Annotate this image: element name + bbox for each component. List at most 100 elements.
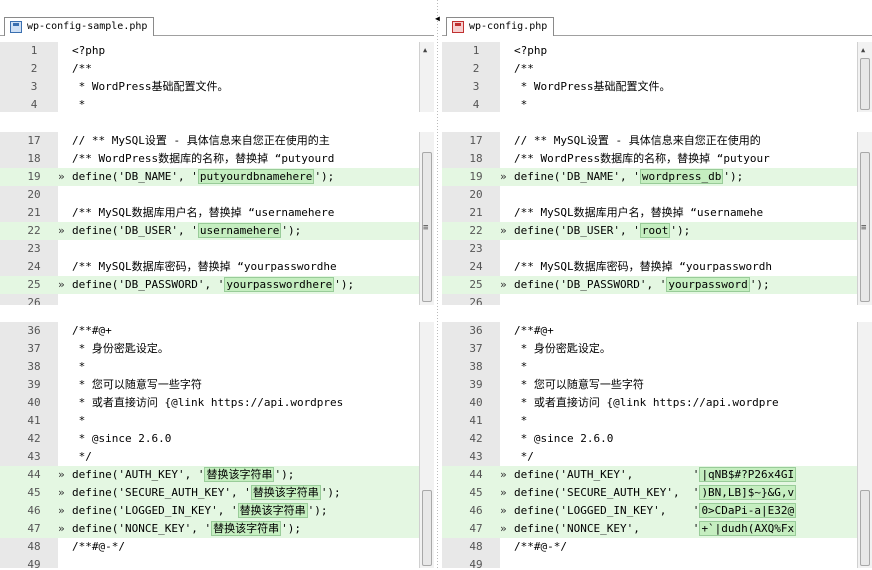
code-line[interactable]: 26 [0,294,434,305]
code-line[interactable]: 26 [442,294,872,305]
code-line[interactable]: 1 <?php [442,42,872,60]
code-line[interactable]: 2 /** [0,60,434,78]
diff-marker-icon [58,358,72,376]
left-scrollbar-1[interactable]: ▲ [419,42,434,112]
line-number: 38 [0,358,58,376]
code-line[interactable]: 24 /** MySQL数据库密码，替换掉 “yourpasswordhe [0,258,434,276]
changed-value: root [639,223,671,238]
code-line[interactable]: 2 /** [442,60,872,78]
code-line[interactable]: 23 [0,240,434,258]
diff-marker-icon [58,60,72,78]
code-line[interactable]: 4 * [0,96,434,112]
code-line[interactable]: 25» define('DB_PASSWORD', ' yourpassword ')… [442,276,872,294]
code-line[interactable]: 36 /**#@+ [442,322,872,340]
right-code-block-3[interactable]: 36/**#@+ 37 * 身份密匙设定。 38 * 39 * 您可以随意写一些字符 4… [442,322,872,568]
scroll-up-arrow-icon[interactable]: ▲ [423,46,427,54]
code-line[interactable]: 44» define('AUTH_KEY', ' 替换该字符串 '); [0,466,434,484]
code-line[interactable]: 48 /**#@-*/ [0,538,434,556]
right-scrollbar-3[interactable] [857,322,872,568]
code-line[interactable]: 42 * @since 2.6.0 [0,430,434,448]
code-line[interactable]: 49 [0,556,434,568]
left-scroll-thumb-2[interactable]: ≡ [422,152,432,302]
pane-splitter[interactable]: ◀ [434,0,442,570]
right-scrollbar-2[interactable]: ≡ [857,132,872,305]
code-line[interactable]: 22» define('DB_USER', ' usernamehere '); [0,222,434,240]
code-line[interactable]: 45» define('SECURE_AUTH_KEY', ')BN,LB]$~}… [442,484,872,502]
right-scroll-thumb-1[interactable] [860,58,870,110]
code-line[interactable]: 44» define('AUTH_KEY', ' |qNB$#?P26x4GI [442,466,872,484]
left-scroll-thumb-3[interactable] [422,490,432,566]
right-file-tab[interactable]: wp-config.php [446,17,555,36]
code-line[interactable]: 39 * 您可以随意写一些字符 [0,376,434,394]
right-scroll-thumb-2[interactable]: ≡ [860,152,870,302]
diff-marker-icon [500,150,514,168]
code-line[interactable]: 20 [0,186,434,204]
code-line[interactable]: 24 /** MySQL数据库密码，替换掉 “yourpasswordh [442,258,872,276]
code-line[interactable]: 36 /**#@+ [0,322,434,340]
code-line[interactable]: 40 * 或者直接访问 {@link https://api.wordpre [442,394,872,412]
code-line[interactable]: 17 // ** MySQL设置 - 具体信息来自您正在使用的主 [0,132,434,150]
code-line[interactable]: 39 * 您可以随意写一些字符 [442,376,872,394]
code-line[interactable]: 3 * WordPress基础配置文件。 [442,78,872,96]
code-line[interactable]: 20 [442,186,872,204]
left-code-block-2[interactable]: 17 // ** MySQL设置 - 具体信息来自您正在使用的主 18 /** Wor… [0,132,434,305]
code-line[interactable]: 48 /**#@-*/ [442,538,872,556]
left-code-block-1[interactable]: 1 <?php 2/** 3 * WordPress基础配置文件。 4 * [0,42,434,112]
line-number: 25 [442,276,500,294]
code-line[interactable]: 46» define('LOGGED_IN_KEY', ' 0>CDaPi-a|E3… [442,502,872,520]
changed-value: 替换该字符串 [211,521,282,536]
diff-marker-icon [500,358,514,376]
code-line[interactable]: 43 */ [0,448,434,466]
code-line[interactable]: 21 /** MySQL数据库用户名，替换掉 “usernamehere [0,204,434,222]
code-line[interactable]: 47» define('NONCE_KEY', ' 替换该字符串 '); [0,520,434,538]
code-line[interactable]: 23 [442,240,872,258]
collapse-arrow-icon[interactable]: ◀ [435,14,440,23]
code-line[interactable]: 18 /** WordPress数据库的名称，替换掉 “putyourd [0,150,434,168]
line-number: 42 [442,430,500,448]
code-text: */ [514,450,534,463]
left-scrollbar-3[interactable] [419,322,434,568]
code-line[interactable]: 25» define('DB_PASSWORD', ' yourpasswordhe… [0,276,434,294]
code-line[interactable]: 46» define('LOGGED_IN_KEY', ' 替换该字符串 '); [0,502,434,520]
code-line[interactable]: 38 * [442,358,872,376]
code-line[interactable]: 4 * [442,96,872,112]
diff-marker-icon [58,412,72,430]
code-text: define('DB_USER', ' usernamehere '); [72,222,418,240]
left-code-block-3[interactable]: 36/**#@+ 37 * 身份密匙设定。 38 * 39 * 您可以随意写一些字符 4… [0,322,434,568]
right-scrollbar-1[interactable]: ▲ [857,42,872,112]
code-line[interactable]: 38 * [0,358,434,376]
code-line[interactable]: 40 * 或者直接访问 {@link https://api.wordpres [0,394,434,412]
code-line[interactable]: 1 <?php [0,42,434,60]
code-text: * 您可以随意写一些字符 [72,378,202,391]
code-line[interactable]: 47» define('NONCE_KEY', ' +`|dudh(AXQ%Fx [442,520,872,538]
code-line[interactable]: 19» define('DB_NAME', ' putyourdbnamehere '… [0,168,434,186]
changed-value: 替换该字符串 [237,503,308,518]
scroll-up-arrow-icon[interactable]: ▲ [861,46,865,54]
diff-marker-icon [58,258,72,276]
code-line[interactable]: 45» define('SECURE_AUTH_KEY', ' 替换该字符串 '); [0,484,434,502]
diff-marker-icon [58,150,72,168]
code-line[interactable]: 3 * WordPress基础配置文件。 [0,78,434,96]
code-suffix: '); [723,170,744,183]
code-line[interactable]: 37 * 身份密匙设定。 [0,340,434,358]
diff-marker-icon: » [500,224,507,237]
right-code-block-1[interactable]: 1 <?php 2/** 3 * WordPress基础配置文件。 4 * [442,42,872,112]
code-line[interactable]: 22» define('DB_USER', ' root '); [442,222,872,240]
left-file-tab[interactable]: wp-config-sample.php [4,17,155,36]
left-scrollbar-2[interactable]: ≡ [419,132,434,305]
code-line[interactable]: 43 */ [442,448,872,466]
line-number: 1 [442,42,500,60]
code-line[interactable]: 41 * [0,412,434,430]
code-line[interactable]: 17 // ** MySQL设置 - 具体信息来自您正在使用的 [442,132,872,150]
code-line[interactable]: 41 * [442,412,872,430]
right-code-block-2[interactable]: 17 // ** MySQL设置 - 具体信息来自您正在使用的 18 /** Word… [442,132,872,305]
right-scroll-thumb-3[interactable] [860,490,870,566]
code-line[interactable]: 49 [442,556,872,568]
code-line[interactable]: 19» define('DB_NAME', ' wordpress_db '); [442,168,872,186]
code-line[interactable]: 18 /** WordPress数据库的名称，替换掉 “putyour [442,150,872,168]
code-line[interactable]: 21 /** MySQL数据库用户名，替换掉 “usernamehe [442,204,872,222]
code-line[interactable]: 42 * @since 2.6.0 [442,430,872,448]
code-line[interactable]: 37 * 身份密匙设定。 [442,340,872,358]
